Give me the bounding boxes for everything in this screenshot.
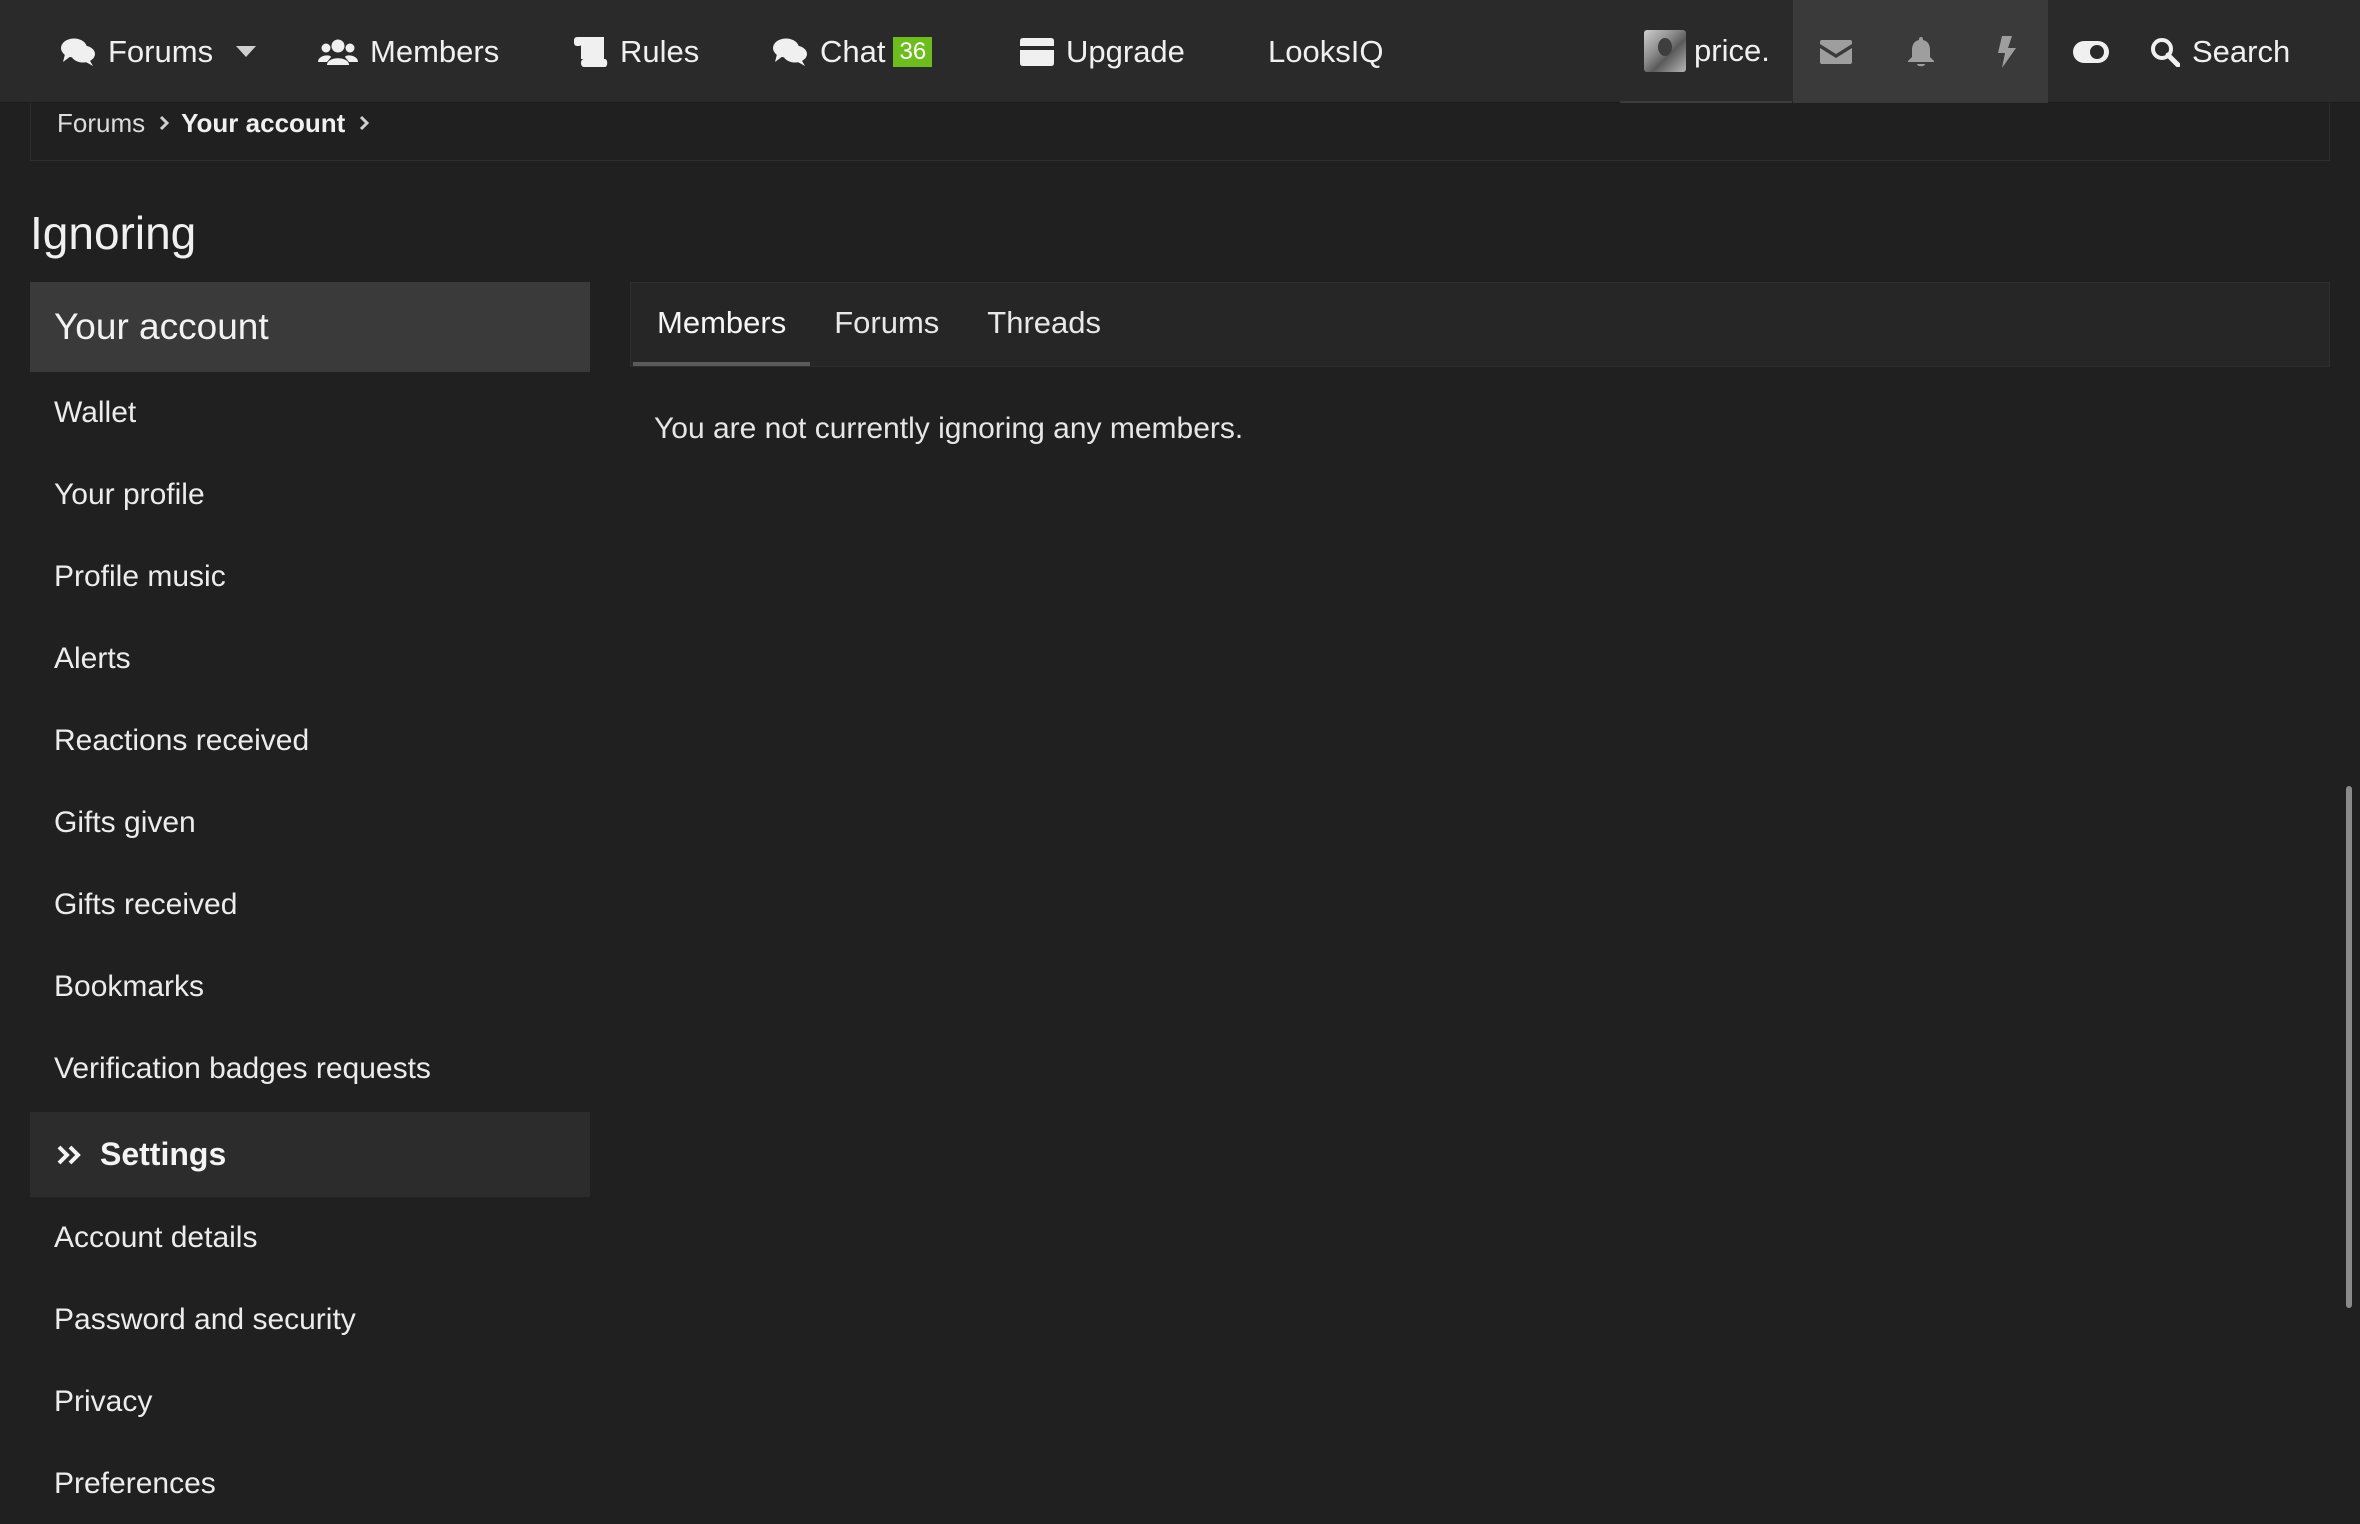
bell-icon [1907,36,1934,66]
breadcrumb-container: Forums Your account [30,103,2330,161]
sidebar-item-wallet[interactable]: Wallet [30,372,590,454]
sidebar-item-reactions-received[interactable]: Reactions received [30,700,590,782]
sidebar-header-your-account[interactable]: Your account [30,282,590,372]
sidebar-item-privacy[interactable]: Privacy [30,1361,590,1443]
sidebar-item-gifts-given[interactable]: Gifts given [30,782,590,864]
style-toggle-button[interactable] [2048,0,2133,103]
page-root: Forums Members Rules Chat 36 Upgrade Loo… [0,0,2360,1524]
credit-card-icon [1020,37,1054,66]
username: price. [1694,32,1770,68]
nav-upgrade-label: Upgrade [1066,33,1185,69]
nav-looksiq[interactable]: LooksIQ [1268,0,1383,103]
account-sidebar: Your account Wallet Your profile Profile… [30,282,590,1524]
chevron-right-icon [159,115,170,131]
users-icon [318,39,358,65]
bolt-icon [1997,35,2016,68]
sidebar-item-profile-music[interactable]: Profile music [30,536,590,618]
nav-chat-label: Chat [820,33,886,69]
nav-forums-label: Forums [108,33,214,69]
whats-new-button[interactable] [1963,0,2048,103]
tab-members[interactable]: Members [633,283,811,366]
sidebar-section-settings-label: Settings [100,1136,227,1172]
tab-threads[interactable]: Threads [963,283,1125,366]
sidebar-item-bookmarks[interactable]: Bookmarks [30,946,590,1028]
ignoring-tabs: Members Forums Threads [630,282,2330,367]
page-title: Ignoring [30,207,197,259]
sidebar-item-account-details[interactable]: Account details [30,1197,590,1279]
user-icon-group [1793,0,2048,103]
search-icon [2151,37,2180,67]
nav-rules[interactable]: Rules [572,0,699,103]
sidebar-item-gifts-received[interactable]: Gifts received [30,864,590,946]
alerts-button[interactable] [1878,0,1963,103]
breadcrumb-your-account[interactable]: Your account [181,108,345,139]
double-chevron-right-icon [57,1145,81,1164]
comments-icon [773,38,807,66]
nav-members-label: Members [370,33,500,69]
toggle-icon [2072,40,2109,63]
caret-down-icon [236,45,256,57]
page-scrollbar[interactable] [2346,786,2352,1308]
inbox-button[interactable] [1793,0,1878,103]
tab-forums[interactable]: Forums [810,283,963,366]
search-button[interactable]: Search [2150,0,2290,103]
nav-rules-label: Rules [620,33,700,69]
account-menu[interactable]: price. [1620,0,1792,103]
sidebar-item-password-and-security[interactable]: Password and security [30,1279,590,1361]
nav-upgrade[interactable]: Upgrade [1020,0,1185,103]
breadcrumb-forums[interactable]: Forums [57,108,145,139]
sidebar-item-preferences[interactable]: Preferences [30,1443,590,1524]
envelope-icon [1819,39,1852,64]
top-navigation-bar: Forums Members Rules Chat 36 Upgrade Loo… [0,0,2360,103]
chevron-right-icon [359,115,370,131]
sidebar-item-alerts[interactable]: Alerts [30,618,590,700]
chat-count-badge: 36 [893,36,933,67]
nav-chat[interactable]: Chat 36 [772,0,933,103]
forums-dropdown-toggle[interactable] [236,0,256,103]
sidebar-section-settings[interactable]: Settings [30,1112,590,1197]
comments-icon [61,38,95,66]
sidebar-item-verification-badges-requests[interactable]: Verification badges requests [30,1028,590,1110]
sidebar-item-your-profile[interactable]: Your profile [30,454,590,536]
nav-looksiq-label: LooksIQ [1268,33,1384,69]
search-label: Search [2192,33,2291,69]
breadcrumb: Forums Your account [57,103,381,143]
nav-forums[interactable]: Forums [60,0,213,103]
avatar [1644,29,1686,72]
empty-state-message: You are not currently ignoring any membe… [654,412,1244,445]
scroll-icon [574,36,608,67]
nav-members[interactable]: Members [318,0,499,103]
ignoring-panel: Members Forums Threads You are not curre… [630,282,2330,445]
